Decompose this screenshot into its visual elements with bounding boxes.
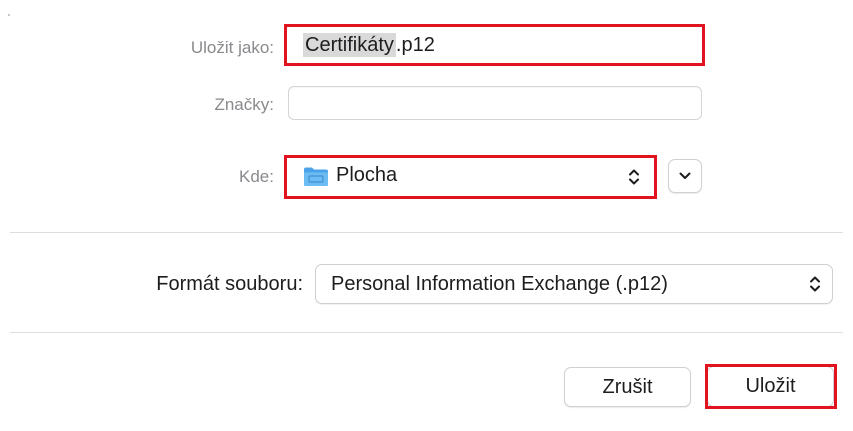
updown-chevron-icon (629, 169, 639, 185)
format-label: Formát souboru: (156, 273, 303, 295)
chevron-down-icon (679, 172, 691, 179)
divider-bottom (10, 332, 843, 333)
divider-top (10, 232, 843, 233)
filename-extension: .p12 (395, 34, 435, 56)
format-updown-chevron-icon (810, 276, 820, 292)
where-label: Kde: (239, 167, 274, 186)
tags-label: Značky: (214, 95, 274, 114)
tags-input[interactable] (288, 86, 702, 120)
where-value: Plocha (336, 164, 398, 186)
filename-text[interactable]: Certifikáty .p12 (303, 33, 435, 57)
corner-dot (8, 14, 10, 16)
cancel-button[interactable]: Zrušit (564, 367, 691, 407)
folder-icon (304, 167, 328, 186)
save-as-label: Uložit jako: (190, 38, 274, 57)
format-value: Personal Information Exchange (.p12) (331, 273, 668, 295)
filename-selected: Certifikáty (303, 33, 396, 57)
save-button[interactable]: Uložit (707, 366, 834, 407)
expand-dialog-button[interactable] (668, 159, 702, 193)
